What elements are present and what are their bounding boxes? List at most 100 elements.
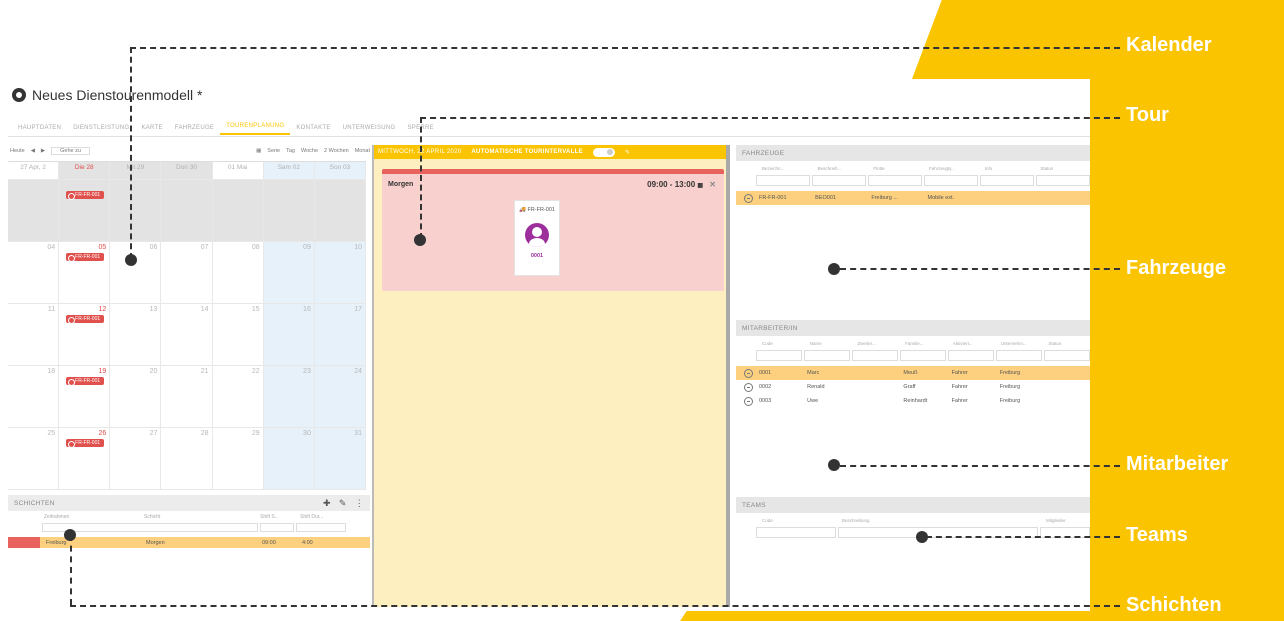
column-header[interactable]: Unternehm... bbox=[995, 341, 1043, 346]
calendar-day-cell[interactable]: 04 bbox=[8, 242, 60, 304]
add-icon[interactable]: ✚ bbox=[323, 498, 331, 509]
calendar-day-cell[interactable]: 20 bbox=[110, 366, 162, 428]
view-monat[interactable]: Monat bbox=[355, 148, 370, 154]
calendar-day-cell[interactable]: 19 FR-FR-001 bbox=[59, 366, 111, 428]
table-row[interactable]: 0001 Marc Meuß Fahrer Freiburg bbox=[736, 366, 1090, 380]
calendar-day-cell[interactable]: FR-FR-001 bbox=[59, 180, 111, 242]
calendar-day-cell[interactable]: 24 bbox=[314, 366, 366, 428]
column-header[interactable]: Bezeichn... bbox=[756, 166, 812, 171]
filter-input[interactable] bbox=[900, 350, 946, 361]
calendar-day-cell[interactable]: 15 bbox=[212, 304, 264, 366]
calendar-day-cell[interactable] bbox=[212, 180, 264, 242]
col-shift-dur[interactable]: Shift Dur... bbox=[294, 514, 344, 520]
calendar-day-cell[interactable]: 18 bbox=[8, 366, 60, 428]
tab-kontakte[interactable]: Kontakte bbox=[290, 125, 336, 135]
view-serie[interactable]: Serie bbox=[267, 148, 280, 154]
calendar-day-cell[interactable] bbox=[263, 180, 315, 242]
filter-input[interactable] bbox=[756, 350, 802, 361]
edit-icon[interactable]: ✎ bbox=[339, 498, 347, 509]
filter-input[interactable] bbox=[756, 175, 810, 186]
column-header[interactable]: Code bbox=[756, 341, 804, 346]
auto-intervals-toggle[interactable] bbox=[592, 147, 615, 157]
calendar-day-cell[interactable]: 23 bbox=[263, 366, 315, 428]
table-row[interactable]: 0002 Renald Graff Fahrer Freiburg bbox=[736, 380, 1090, 394]
filter-input[interactable] bbox=[756, 527, 836, 538]
column-header[interactable]: Status bbox=[1034, 166, 1090, 171]
filter-input[interactable] bbox=[296, 523, 346, 532]
shift-card[interactable]: Morgen 09:00 - 13:00 ▦ ✕ 🚚 FR-FR-001 000… bbox=[382, 169, 724, 291]
table-row[interactable]: FR-FR-001 BEO001 Freiburg ... Mobile ext. bbox=[736, 191, 1090, 205]
calendar-day-cell[interactable]: 16 bbox=[263, 304, 315, 366]
calendar-day-cell[interactable]: 26 FR-FR-001 bbox=[59, 428, 111, 490]
column-header[interactable]: Zweiter... bbox=[851, 341, 899, 346]
calendar-day-cell[interactable]: 13 bbox=[110, 304, 162, 366]
calendar-day-cell[interactable]: 05 FR-FR-001 bbox=[59, 242, 111, 304]
filter-input[interactable] bbox=[1044, 350, 1090, 361]
calendar-day-cell[interactable]: 17 bbox=[314, 304, 366, 366]
remove-icon[interactable] bbox=[744, 396, 753, 406]
goto-field[interactable]: Gehe zu bbox=[51, 147, 90, 155]
column-header[interactable]: Info bbox=[979, 166, 1035, 171]
calendar-event[interactable]: FR-FR-001 bbox=[66, 191, 105, 200]
filter-input[interactable] bbox=[948, 350, 994, 361]
col-schicht[interactable]: Schicht bbox=[138, 514, 254, 520]
col-mitglieder[interactable]: Mitglieder bbox=[1040, 518, 1090, 523]
tab-hauptdaten[interactable]: Hauptdaten bbox=[12, 125, 67, 135]
calendar-event[interactable]: FR-FR-001 bbox=[66, 253, 105, 262]
filter-input[interactable] bbox=[260, 523, 294, 532]
filter-input[interactable] bbox=[868, 175, 922, 186]
calendar-day-cell[interactable]: 25 bbox=[8, 428, 60, 490]
column-header[interactable]: Familie... bbox=[899, 341, 947, 346]
calendar-day-cell[interactable]: 29 bbox=[212, 428, 264, 490]
column-header[interactable]: Flotte bbox=[867, 166, 923, 171]
tab-unterweisung[interactable]: Unterweisung bbox=[337, 125, 402, 135]
column-header[interactable]: Name bbox=[804, 341, 852, 346]
calendar-day-cell[interactable]: 27 bbox=[110, 428, 162, 490]
next-icon[interactable]: ▶ bbox=[41, 148, 45, 154]
tab-tourenplanung[interactable]: Tourenplanung bbox=[220, 123, 291, 135]
remove-icon[interactable] bbox=[744, 382, 753, 392]
calendar-day-cell[interactable]: 08 bbox=[212, 242, 264, 304]
filter-input[interactable] bbox=[1036, 175, 1090, 186]
calendar-day-cell[interactable] bbox=[161, 180, 213, 242]
calendar-event[interactable]: FR-FR-001 bbox=[66, 377, 105, 386]
calendar-day-cell[interactable] bbox=[8, 180, 60, 242]
calendar-day-cell[interactable]: 07 bbox=[161, 242, 213, 304]
view-woche[interactable]: Woche bbox=[301, 148, 318, 154]
view-tag[interactable]: Tag bbox=[286, 148, 295, 154]
more-icon[interactable]: ⋮ bbox=[355, 498, 364, 509]
vehicle-card[interactable]: 🚚 FR-FR-001 0001 bbox=[514, 200, 560, 276]
column-header[interactable]: Fahrzeugty... bbox=[923, 166, 979, 171]
pencil-icon[interactable]: ✎ bbox=[625, 149, 630, 156]
col-shift-start[interactable]: Shift S... bbox=[254, 514, 294, 520]
calendar-day-cell[interactable]: 10 bbox=[314, 242, 366, 304]
prev-icon[interactable]: ◀ bbox=[31, 148, 35, 154]
calendar-day-cell[interactable]: 14 bbox=[161, 304, 213, 366]
tab-dienstleistung[interactable]: Dienstleistung bbox=[67, 125, 135, 135]
calendar-day-cell[interactable]: 28 bbox=[161, 428, 213, 490]
close-icon[interactable]: ✕ bbox=[709, 180, 716, 189]
column-header[interactable]: Status bbox=[1042, 341, 1090, 346]
today-button[interactable]: Heute bbox=[10, 148, 25, 154]
calendar-day-cell[interactable]: 21 bbox=[161, 366, 213, 428]
remove-icon[interactable] bbox=[744, 368, 753, 378]
calendar-day-cell[interactable]: 22 bbox=[212, 366, 264, 428]
calendar-day-cell[interactable] bbox=[110, 180, 162, 242]
filter-input[interactable] bbox=[852, 350, 898, 361]
schichten-row[interactable]: Freiburg Morgen 09:00 4:00 bbox=[8, 537, 370, 548]
filter-input[interactable] bbox=[996, 350, 1042, 361]
filter-input[interactable] bbox=[804, 350, 850, 361]
calendar-grid-icon[interactable]: ▦ bbox=[256, 148, 261, 154]
calendar-event[interactable]: FR-FR-001 bbox=[66, 439, 105, 448]
filter-input[interactable] bbox=[980, 175, 1034, 186]
calendar-day-cell[interactable]: 11 bbox=[8, 304, 60, 366]
column-header[interactable]: Beschreib... bbox=[812, 166, 868, 171]
calendar-day-cell[interactable]: 09 bbox=[263, 242, 315, 304]
calendar-day-cell[interactable]: 31 bbox=[314, 428, 366, 490]
col-beschreibung[interactable]: Beschreibung bbox=[836, 518, 1040, 523]
calendar-event[interactable]: FR-FR-001 bbox=[66, 315, 105, 324]
tab-fahrzeuge[interactable]: Fahrzeuge bbox=[169, 125, 220, 135]
col-zeitrahmen[interactable]: Zeitrahmen bbox=[38, 514, 138, 520]
calendar-day-cell[interactable] bbox=[314, 180, 366, 242]
filter-input[interactable] bbox=[812, 175, 866, 186]
